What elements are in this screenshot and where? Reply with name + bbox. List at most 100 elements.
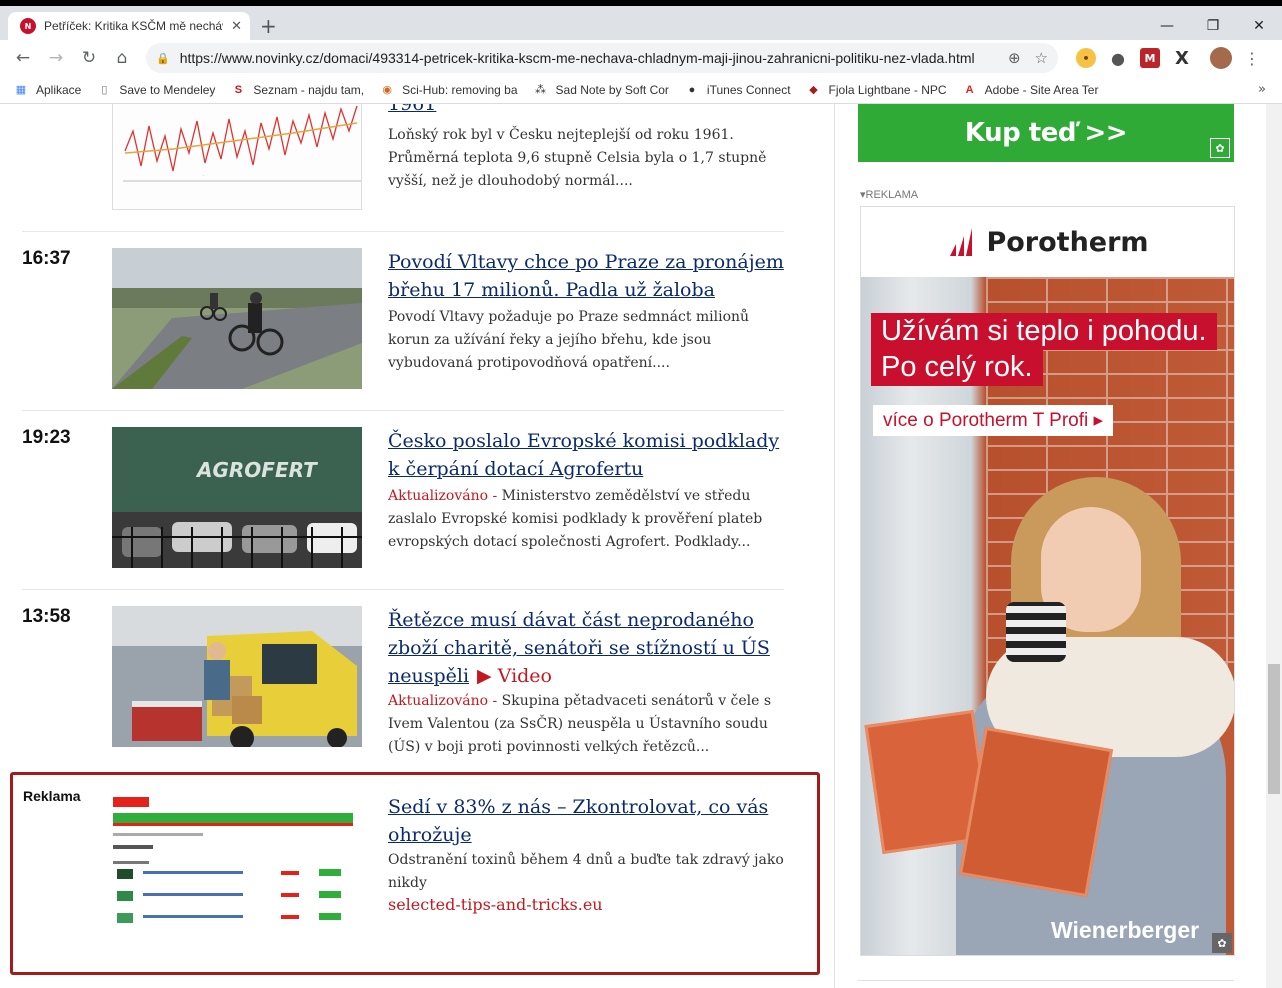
ad-text: Odstranění toxinů během 4 dnů a buďte ta… [388,852,784,891]
window-controls: — ❐ ✕ [1144,12,1282,40]
article-thumbnail[interactable]: . [112,104,362,210]
bookmark-itunes[interactable]: ● iTunes Connect [685,83,791,97]
kup-ted-label: Kup teď >> [964,118,1128,148]
shop-page-thumbnail [113,791,353,939]
ad-label: Reklama [23,788,81,804]
new-tab-button[interactable]: + [260,16,277,36]
banner-headline: Po celý rok. [871,349,1043,386]
porotherm-photo: Užívám si teplo i pohodu. Po celý rok. v… [861,277,1234,955]
article-item: 19:23 AGROFERT Česko poslalo Evropské ko… [22,427,784,569]
more-bookmarks-icon[interactable]: » [1258,82,1266,97]
article-separator [22,231,784,232]
bookmark-star-icon[interactable]: ☆ [1035,49,1048,67]
paw-icon[interactable]: ✿ [1210,138,1230,158]
article-item: 13:58 Řetězce musí dávat část neprodanéh… [22,606,784,766]
close-window-button[interactable]: ✕ [1236,12,1282,40]
minimize-button[interactable]: — [1144,12,1190,40]
seznam-icon: S [234,83,243,96]
address-bar[interactable]: 🔒 https://www.novinky.cz/domaci/493314-p… [146,43,1058,73]
forward-button[interactable]: → [40,42,72,74]
article-perex: Aktualizováno - Skupina pětadvaceti sená… [388,690,784,759]
video-badge[interactable]: ▶ Video [477,662,552,690]
bookmark-seznam[interactable]: S Seznam - najdu tam, [231,83,364,97]
cyclists-photo-image [112,248,362,389]
hollow-brick-shape [958,726,1114,898]
updated-label: Aktualizováno - [388,693,498,709]
article-title-link[interactable]: Česko poslalo Evropské komisi podklady k… [388,427,784,483]
article-thumbnail[interactable]: AGROFERT [112,427,362,568]
article-title-link[interactable]: 1961 [388,104,784,118]
active-tab[interactable]: N Petříček: Kritika KSČM mě necháv ✕ [8,12,250,40]
wienerberger-logo: Wienerberger [1051,917,1200,943]
extension-cookie-icon[interactable]: • [1076,48,1096,68]
article-title-link[interactable]: Řetězce musí dávat část neprodaného zbož… [388,606,784,690]
agrofert-building-photo-image: AGROFERT [112,427,362,568]
browser-menu-icon[interactable]: ⋮ [1244,49,1260,68]
sidebar-rule [858,980,1234,981]
reload-button[interactable]: ↻ [73,42,105,74]
article-time: 19:23 [22,427,71,448]
porotherm-banner[interactable]: Porotherm Užívám si teplo i pohodu. Po c… [860,206,1235,956]
tab-strip: N Petříček: Kritika KSČM mě necháv ✕ + —… [0,6,1282,40]
url-text[interactable]: https://www.novinky.cz/domaci/493314-pet… [180,50,994,66]
restore-button[interactable]: ❐ [1190,12,1236,40]
scrollbar-thumb[interactable] [1268,664,1280,794]
bookmark-apps[interactable]: ▦ Aplikace [14,83,82,97]
close-tab-icon[interactable]: ✕ [231,19,242,34]
apple-icon: ● [688,83,696,96]
news-feed: . 1961 Loňský rok byl v Česku nejteplejš… [0,104,832,988]
kup-ted-banner[interactable]: Kup teď >> ✿ [858,104,1234,162]
browser-toolbar: ← → ↻ ⌂ 🔒 https://www.novinky.cz/domaci/… [0,40,1282,76]
column-divider [834,104,835,988]
ad-screenshot-image[interactable] [113,791,353,939]
article-thumbnail[interactable] [112,606,362,747]
temperature-chart-image: . [113,104,361,209]
porotherm-logo-text: Porotherm [986,226,1149,258]
bookmark-fjola[interactable]: ◆ Fjola Lightbane - NPC [807,83,946,97]
bookmark-mendeley[interactable]: ▯ Save to Mendeley [97,83,215,97]
paw-icon[interactable]: ✿ [1212,933,1232,953]
ad-title-link[interactable]: Sedí v 83% z nás – Zkontrolovat, co vás … [388,793,788,849]
bookmark-scihub[interactable]: ◉ Sci-Hub: removing ba [380,83,517,97]
extension-x-icon[interactable]: X [1172,48,1192,69]
article-thumbnail[interactable] [112,248,362,389]
article-item: . 1961 Loňský rok byl v Česku nejteplejš… [22,104,784,210]
extensions: • ● M X [1070,48,1198,69]
charity-food-photo-image [112,606,362,747]
agrofert-logo-text: AGROFERT [195,458,318,482]
bookmark-adobe[interactable]: A Adobe - Site Area Ter [963,83,1099,97]
striped-mug-shape [1006,602,1066,662]
bookmarks-bar: ▦ Aplikace ▯ Save to Mendeley S Seznam - na… [0,76,1282,104]
tab-title: Petříček: Kritika KSČM mě necháv [44,19,224,33]
lock-icon[interactable]: 🔒 [156,52,170,65]
page-icon: ▯ [101,84,108,96]
banner-cta-button[interactable]: více o Porotherm T Profi ▸ [873,405,1114,436]
article-perex: Povodí Vltavy požaduje po Praze sedmnáct… [388,309,750,371]
article-item: 16:37 Povodí Vltavy chce po Praze za pro… [22,248,784,390]
profile-avatar[interactable] [1210,47,1232,69]
reklama-label: ▾REKLAMA [860,189,919,201]
novinky-favicon-icon: N [20,18,36,34]
sponsored-ad[interactable]: Reklama Sedí v 83% z nás – Zkontrolovat,… [10,772,820,975]
porotherm-header: Porotherm [861,207,1234,277]
home-button[interactable]: ⌂ [106,42,138,74]
apps-grid-icon: ▦ [15,84,27,96]
dragon-icon: ◆ [809,84,818,96]
extension-mendeley-icon[interactable]: M [1140,48,1160,68]
article-time: 13:58 [22,606,71,627]
article-separator [22,410,784,411]
article-separator [22,589,784,590]
adobe-icon: A [965,83,974,96]
porotherm-logo-icon [950,228,973,256]
ad-domain-link[interactable]: selected-tips-and-tricks.eu [388,895,603,914]
zoom-icon[interactable]: ⊕ [1008,49,1021,67]
article-title-text: Řetězce musí dávat část neprodaného zbož… [388,609,770,687]
page-scrollbar[interactable] [1266,104,1282,988]
article-title-link[interactable]: Povodí Vltavy chce po Praze za pronájem … [388,248,784,304]
extension-bulb-icon[interactable]: ● [1108,48,1128,68]
bookmark-sad-note[interactable]: ⁂ Sad Note by Soft Cor [534,83,669,97]
article-perex: Loňský rok byl v Česku nejteplejší od ro… [388,127,767,189]
scihub-icon: ◉ [382,84,392,96]
back-button[interactable]: ← [7,42,39,74]
article-perex: Aktualizováno - Ministerstvo zemědělství… [388,485,784,554]
